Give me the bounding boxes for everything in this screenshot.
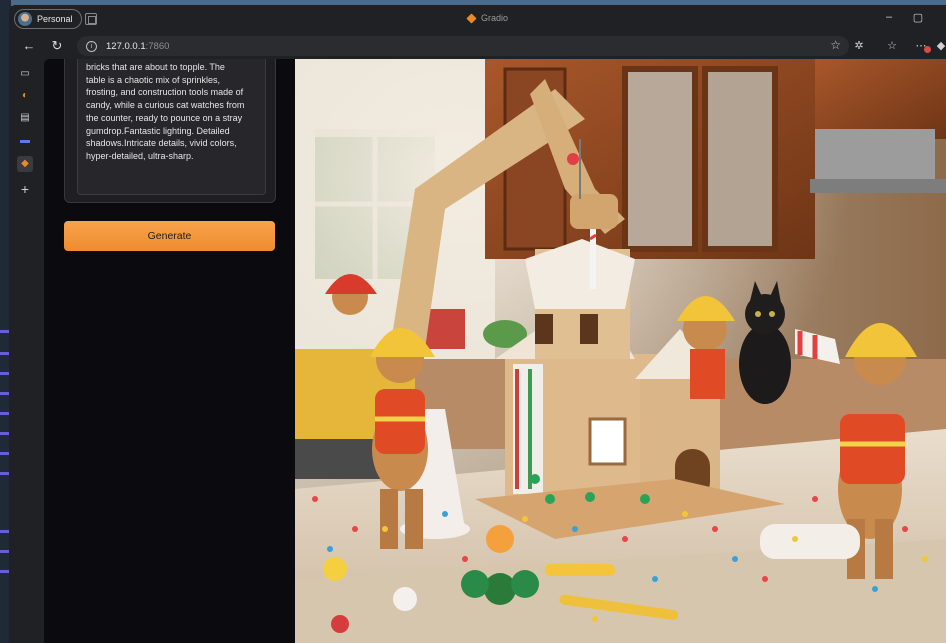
input-panel: gesturing at a pile of marshmallow brick… [44, 59, 295, 643]
gradio-logo-icon [466, 12, 477, 24]
address-bar[interactable]: i 127.0.0.1:7860 ☆ [77, 36, 849, 56]
tab-favicon-1[interactable]: ◐ [17, 88, 33, 104]
page-content: gesturing at a pile of marshmallow brick… [44, 59, 946, 643]
title-bar: Personal Gradio – ▢ [9, 5, 946, 33]
tab-favicon-2[interactable]: ▤ [17, 110, 33, 126]
maximize-button[interactable]: ▢ [911, 11, 925, 24]
notification-dot [924, 46, 931, 53]
generate-button[interactable]: Generate [64, 221, 275, 251]
vertical-tabs-sidebar: ▭ ◐ ▤ ▬ ◆ + [9, 59, 41, 643]
minimize-button[interactable]: – [882, 11, 896, 23]
desktop: Personal Gradio – ▢ ← ↻ i 127.0.0.1:7860… [0, 0, 946, 643]
url-host: 127.0.0.1 [106, 40, 146, 52]
workspaces-icon[interactable] [85, 13, 97, 25]
browser-toolbar: ← ↻ i 127.0.0.1:7860 ☆ ✲ ☆ ⋯ ◆ [9, 33, 946, 59]
profile-label: Personal [37, 14, 73, 24]
favorites-icon[interactable]: ☆ [884, 38, 900, 54]
url-port: :7860 [145, 40, 170, 52]
generated-image-illustration [295, 59, 946, 643]
site-info-icon[interactable]: i [86, 40, 97, 52]
tab-favicon-gradio[interactable]: ◆ [17, 156, 33, 172]
prompt-text: gesturing at a pile of marshmallow brick… [86, 61, 245, 161]
back-arrow-icon[interactable]: ← [20, 37, 38, 55]
browser-window: Personal Gradio – ▢ ← ↻ i 127.0.0.1:7860… [9, 5, 946, 643]
prompt-block: gesturing at a pile of marshmallow brick… [64, 59, 276, 203]
new-tab-plus-icon[interactable]: + [17, 181, 33, 197]
tab-actions-icon[interactable]: ▭ [17, 66, 33, 82]
output-image [295, 59, 946, 643]
favorite-star-icon[interactable]: ☆ [830, 38, 841, 52]
reload-icon[interactable]: ↻ [48, 37, 66, 55]
tab-favicon-3[interactable]: ▬ [17, 133, 33, 149]
prompt-textbox[interactable]: gesturing at a pile of marshmallow brick… [77, 59, 266, 195]
copilot-icon[interactable]: ◆ [933, 38, 946, 54]
window-title-text: Gradio [481, 13, 509, 23]
profile-avatar [18, 12, 32, 26]
extensions-icon[interactable]: ✲ [851, 38, 867, 54]
profile-button[interactable]: Personal [14, 9, 82, 29]
window-title: Gradio [466, 12, 509, 24]
